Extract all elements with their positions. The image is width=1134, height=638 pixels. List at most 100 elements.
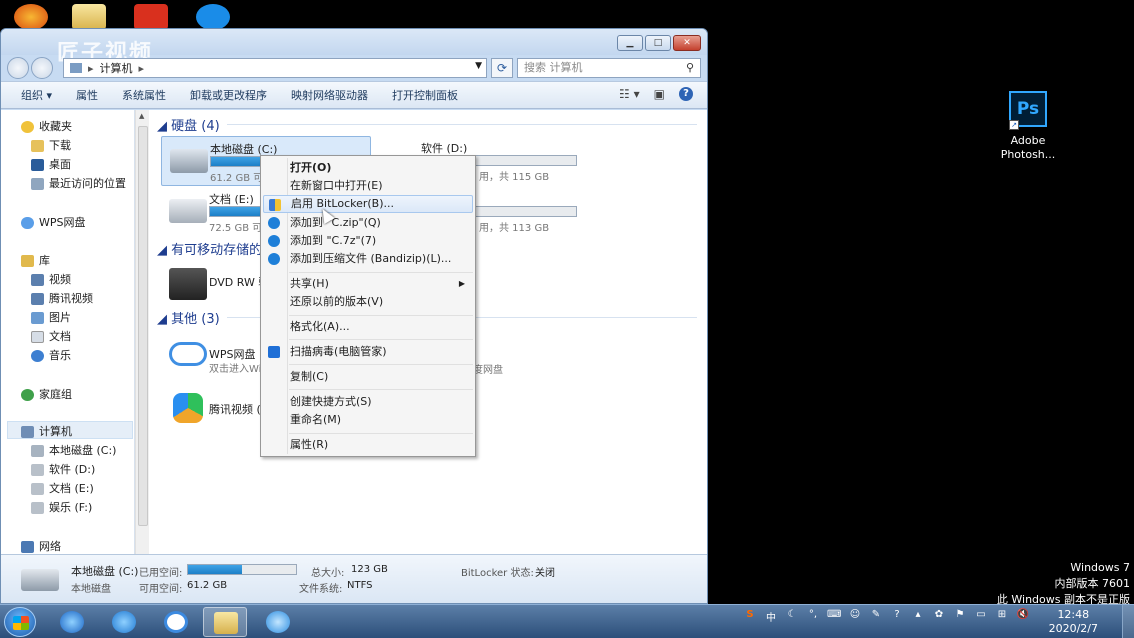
start-button[interactable] <box>4 607 36 637</box>
address-field[interactable]: ▸ 计算机 ▸ ▼ <box>63 58 487 78</box>
search-input[interactable]: 搜索 计算机 ⚲ <box>517 58 701 78</box>
volume-muted-icon[interactable]: 🔇 <box>1016 609 1030 624</box>
tencent-tray-icon[interactable]: ✿ <box>932 609 946 624</box>
properties-button[interactable]: 属性 <box>76 87 98 103</box>
organize-button[interactable]: 组织 ▾ <box>21 87 52 103</box>
back-button[interactable] <box>7 57 29 79</box>
ime-language-indicator[interactable]: 中 <box>764 609 778 624</box>
sidebar-item-desktop[interactable]: 桌面 <box>31 156 71 174</box>
menu-item-restore-versions[interactable]: 还原以前的版本(V) <box>263 293 473 311</box>
sidebar-label: 库 <box>39 254 50 267</box>
clock[interactable]: 12:48 2020/2/7 <box>1049 608 1098 636</box>
uninstall-program-button[interactable]: 卸载或更改程序 <box>190 87 267 103</box>
menu-item-add-zip[interactable]: 添加到 "C.zip"(Q) <box>263 214 473 232</box>
sidebar-label: 图片 <box>49 311 71 324</box>
address-dropdown-icon[interactable]: ▼ <box>475 61 482 71</box>
sidebar-item-videos[interactable]: 视频 <box>31 271 71 289</box>
help-tray-icon[interactable]: ? <box>890 609 904 624</box>
open-control-panel-button[interactable]: 打开控制面板 <box>392 87 458 103</box>
show-desktop-button[interactable] <box>1122 605 1134 638</box>
maximize-button[interactable]: □ <box>645 35 671 51</box>
sidebar-homegroup[interactable]: 家庭组 <box>21 386 72 404</box>
group-harddisk[interactable]: ◢ 硬盘 (4) <box>157 115 220 134</box>
menu-label: 属性(R) <box>290 438 329 451</box>
taskbar-qq-browser-app[interactable] <box>256 607 300 637</box>
sidebar-item-drive-d[interactable]: 软件 (D:) <box>31 461 95 479</box>
library-icon <box>21 255 34 267</box>
crumb-separator: ▸ <box>88 61 94 75</box>
menu-item-open-new-window[interactable]: 在新窗口中打开(E) <box>263 177 473 195</box>
menu-item-add-archive[interactable]: 添加到压缩文件 (Bandizip)(L)... <box>263 250 473 268</box>
blue-app-icon[interactable] <box>196 4 230 30</box>
drive-icon <box>31 464 44 476</box>
shortcut-arrow-icon: ↗ <box>1009 120 1019 130</box>
sidebar-item-drive-e[interactable]: 文档 (E:) <box>31 480 94 498</box>
sidebar-item-pictures[interactable]: 图片 <box>31 309 71 327</box>
sidebar-item-drive-f[interactable]: 娱乐 (F:) <box>31 499 92 517</box>
sidebar-item-music[interactable]: 音乐 <box>31 347 71 365</box>
refresh-button[interactable]: ⟳ <box>491 58 513 78</box>
sidebar-item-recent[interactable]: 最近访问的位置 <box>31 175 126 193</box>
view-options-icon[interactable]: ☷ ▾ <box>619 87 640 101</box>
crumb-computer[interactable]: 计算机 <box>100 60 133 76</box>
photoshop-label[interactable]: Adobe Photosh... <box>990 134 1066 162</box>
taskbar-explorer-app[interactable] <box>203 607 247 637</box>
menu-item-format[interactable]: 格式化(A)... <box>263 318 473 336</box>
user-icon[interactable]: ☺ <box>848 609 862 624</box>
crumb-separator: ▸ <box>138 61 145 75</box>
menu-item-rename[interactable]: 重命名(M) <box>263 411 473 429</box>
menu-item-copy[interactable]: 复制(C) <box>263 368 473 386</box>
menu-item-share[interactable]: 共享(H) ▶ <box>263 275 473 293</box>
expand-tray-icon[interactable]: ▴ <box>911 609 925 624</box>
help-icon[interactable]: ? <box>679 87 693 101</box>
taskbar-ie-app[interactable] <box>50 607 94 637</box>
tencent-video-name: 腾讯视频 (3 <box>209 403 268 416</box>
menu-item-bitlocker[interactable]: 启用 BitLocker(B)... <box>263 195 473 213</box>
sidebar-item-drive-c[interactable]: 本地磁盘 (C:) <box>31 442 116 460</box>
menu-item-properties[interactable]: 属性(R) <box>263 436 473 454</box>
sidebar-item-tencent-video[interactable]: 腾讯视频 <box>31 290 93 308</box>
sidebar-wps[interactable]: WPS网盘 <box>21 214 86 232</box>
group-removable[interactable]: ◢ 有可移动存储的设 <box>157 239 275 258</box>
monitor-icon[interactable]: ▭ <box>974 609 988 624</box>
flower-app-icon[interactable] <box>14 4 48 30</box>
title-bar[interactable]: 匠子视频 ▁ □ ✕ <box>1 29 707 66</box>
sidebar-libraries[interactable]: 库 <box>21 252 50 270</box>
punctuation-icon[interactable]: °, <box>806 609 820 624</box>
menu-item-add-7z[interactable]: 添加到 "C.7z"(7) <box>263 232 473 250</box>
map-network-drive-button[interactable]: 映射网络驱动器 <box>291 87 368 103</box>
menu-label: 复制(C) <box>290 370 329 383</box>
scroll-up-icon[interactable]: ▲ <box>139 112 144 120</box>
folder-icon[interactable] <box>72 4 106 30</box>
nav-scrollbar[interactable]: ▲ ▼ <box>135 110 149 581</box>
red-app-icon[interactable] <box>134 4 168 30</box>
sogou-ime-icon[interactable]: S <box>743 609 757 624</box>
taskbar-edge-app[interactable] <box>102 607 146 637</box>
network-tray-icon[interactable]: ⊞ <box>995 609 1009 624</box>
keyboard-icon[interactable]: ⌨ <box>827 609 841 624</box>
wrench-icon[interactable]: ✎ <box>869 609 883 624</box>
sidebar-item-downloads[interactable]: 下载 <box>31 137 71 155</box>
menu-label: 还原以前的版本(V) <box>290 295 384 308</box>
sidebar-favorites[interactable]: 收藏夹 <box>21 118 72 136</box>
system-properties-button[interactable]: 系统属性 <box>122 87 166 103</box>
preview-pane-icon[interactable]: ▣ <box>654 87 665 101</box>
close-button[interactable]: ✕ <box>673 35 701 51</box>
details-usage-fill <box>188 565 242 574</box>
group-other[interactable]: ◢ 其他 (3) <box>157 308 220 327</box>
scroll-thumb[interactable] <box>138 126 148 526</box>
taskbar: S 中 ☾ °, ⌨ ☺ ✎ ? ▴ ✿ ⚑ ▭ ⊞ 🔇 12:48 2020/… <box>0 604 1134 638</box>
flag-icon[interactable]: ⚑ <box>953 609 967 624</box>
sidebar-item-documents[interactable]: 文档 <box>31 328 71 346</box>
moon-icon[interactable]: ☾ <box>785 609 799 624</box>
minimize-button[interactable]: ▁ <box>617 35 643 51</box>
homegroup-icon <box>21 389 34 401</box>
search-icon[interactable]: ⚲ <box>686 59 694 77</box>
drive-icon <box>31 483 44 495</box>
menu-item-create-shortcut[interactable]: 创建快捷方式(S) <box>263 393 473 411</box>
taskbar-baidu-app[interactable] <box>154 607 198 637</box>
menu-item-scan-virus[interactable]: 扫描病毒(电脑管家) <box>263 343 473 361</box>
forward-button[interactable] <box>31 57 53 79</box>
menu-item-open[interactable]: 打开(O) <box>263 159 473 177</box>
sidebar-computer[interactable]: 计算机 <box>21 423 72 441</box>
